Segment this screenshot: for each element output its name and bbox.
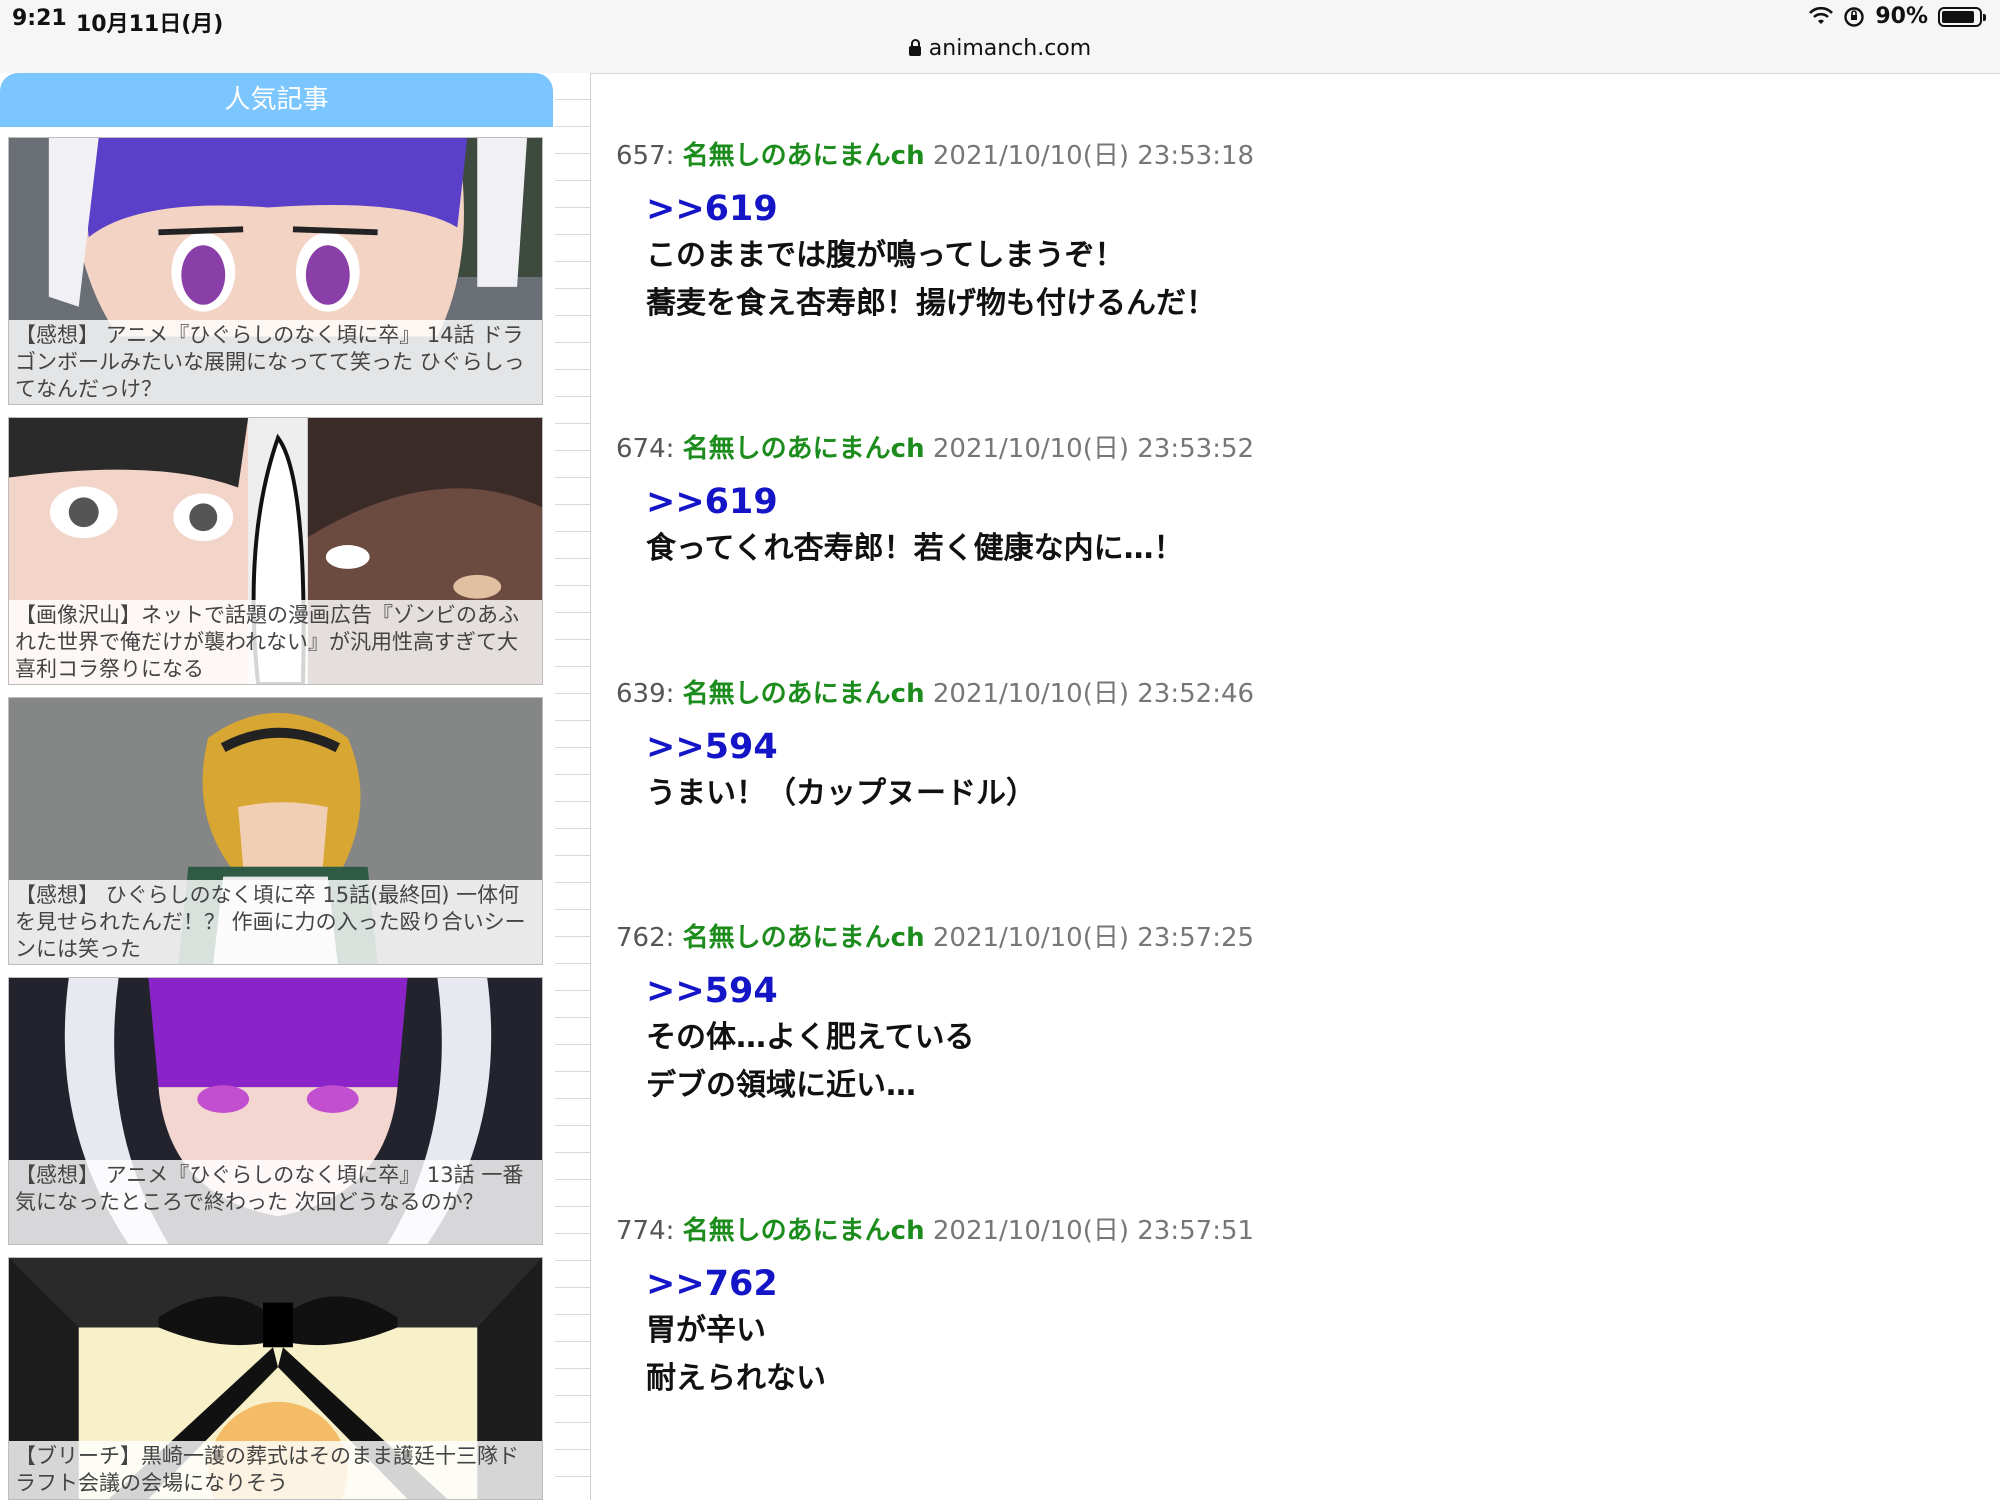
post: 674: 名無しのあにまんch 2021/10/10(日) 23:53:52 >… (616, 428, 1254, 573)
post-body: >>594 その体…よく肥えている デブの領域に近い… (646, 968, 1254, 1110)
post: 657: 名無しのあにまんch 2021/10/10(日) 23:53:18 >… (616, 135, 1254, 328)
post-body: >>594 うまい！（カップヌードル） (646, 724, 1254, 818)
post-number: 774: (616, 1216, 675, 1246)
post-header: 762: 名無しのあにまんch 2021/10/10(日) 23:57:25 (616, 917, 1254, 954)
post-author: 名無しのあにまんch (682, 434, 925, 464)
post-line: 蕎麦を食え杏寿郎！揚げ物も付けるんだ！ (646, 286, 1216, 321)
status-indicators: 90% (1809, 4, 1986, 29)
post-body: >>619 食ってくれ杏寿郎！若く健康な内に…！ (646, 479, 1254, 573)
article-caption: 【画像沢山】ネットで話題の漫画広告『ゾンビのあふれた世界で俺だけが襲われない』が… (9, 600, 542, 684)
post-line: 胃が辛い (646, 1313, 766, 1348)
post-date: 2021/10/10(日) 23:53:52 (932, 434, 1255, 464)
post-date: 2021/10/10(日) 23:57:25 (932, 923, 1255, 953)
status-date: 10月11日(月) (76, 12, 224, 37)
post-number: 762: (616, 923, 675, 953)
article-card[interactable]: 【感想】 アニメ『ひぐらしのなく頃に卒』 14話 ドラゴンボールみたいな展開にな… (8, 137, 543, 405)
post-number: 639: (616, 679, 675, 709)
article-caption: 【感想】 ひぐらしのなく頃に卒 15話(最終回) 一体何を見せられたんだ！？ 作… (9, 880, 542, 964)
orientation-lock-icon (1844, 6, 1865, 27)
post-header: 657: 名無しのあにまんch 2021/10/10(日) 23:53:18 (616, 135, 1254, 172)
reply-link[interactable]: >>619 (646, 186, 1254, 232)
status-bar: 9:21 10月11日(月) 90% animanch.com (0, 0, 2000, 74)
battery-percent: 90% (1875, 4, 1928, 29)
sidebar-title: 人気記事 (0, 73, 553, 127)
post-line: その体…よく肥えている (646, 1020, 975, 1055)
post-header: 639: 名無しのあにまんch 2021/10/10(日) 23:52:46 (616, 673, 1254, 710)
reply-link[interactable]: >>594 (646, 968, 1254, 1014)
reply-link[interactable]: >>594 (646, 724, 1254, 770)
post-number: 674: (616, 434, 675, 464)
post-body: >>762 胃が辛い 耐えられない (646, 1261, 1254, 1403)
post-date: 2021/10/10(日) 23:52:46 (932, 679, 1255, 709)
article-card[interactable]: 【感想】 アニメ『ひぐらしのなく頃に卒』 13話 一番気になったところで終わった… (8, 977, 543, 1245)
wifi-icon (1809, 6, 1834, 24)
post-line: デブの領域に近い… (646, 1068, 916, 1103)
post: 639: 名無しのあにまんch 2021/10/10(日) 23:52:46 >… (616, 673, 1254, 818)
comment-thread: 657: 名無しのあにまんch 2021/10/10(日) 23:53:18 >… (590, 73, 2000, 1500)
column-separator (555, 73, 591, 1500)
post-date: 2021/10/10(日) 23:57:51 (932, 1216, 1255, 1246)
post-author: 名無しのあにまんch (682, 679, 925, 709)
article-card[interactable]: 【画像沢山】ネットで話題の漫画広告『ゾンビのあふれた世界で俺だけが襲われない』が… (8, 417, 543, 685)
reply-link[interactable]: >>762 (646, 1261, 1254, 1307)
post-body: >>619 このままでは腹が鳴ってしまうぞ！ 蕎麦を食え杏寿郎！揚げ物も付けるん… (646, 186, 1254, 328)
status-time: 9:21 (12, 6, 67, 31)
article-caption: 【感想】 アニメ『ひぐらしのなく頃に卒』 14話 ドラゴンボールみたいな展開にな… (9, 320, 542, 404)
post: 774: 名無しのあにまんch 2021/10/10(日) 23:57:51 >… (616, 1210, 1254, 1403)
post-author: 名無しのあにまんch (682, 1216, 925, 1246)
post-author: 名無しのあにまんch (682, 923, 925, 953)
post-line: うまい！（カップヌードル） (646, 776, 1036, 811)
post-author: 名無しのあにまんch (682, 141, 925, 171)
post: 762: 名無しのあにまんch 2021/10/10(日) 23:57:25 >… (616, 917, 1254, 1110)
post-line: 食ってくれ杏寿郎！若く健康な内に…！ (646, 531, 1184, 566)
lock-icon (908, 39, 921, 56)
post-number: 657: (616, 141, 675, 171)
url-bar[interactable]: animanch.com (0, 36, 2000, 61)
battery-icon (1938, 6, 1986, 27)
article-caption: 【ブリーチ】黒崎一護の葬式はそのまま護廷十三隊ドラフト会議の会場になりそう (9, 1441, 542, 1499)
post-date: 2021/10/10(日) 23:53:18 (932, 141, 1255, 171)
post-header: 674: 名無しのあにまんch 2021/10/10(日) 23:53:52 (616, 428, 1254, 465)
reply-link[interactable]: >>619 (646, 479, 1254, 525)
popular-articles-sidebar: 人気記事 【感想】 アニメ『ひぐらしのなく頃に卒』 14話 ドラゴンボールみたい… (0, 73, 555, 1500)
post-line: 耐えられない (646, 1361, 826, 1396)
article-card[interactable]: 【ブリーチ】黒崎一護の葬式はそのまま護廷十三隊ドラフト会議の会場になりそう (8, 1257, 543, 1500)
post-header: 774: 名無しのあにまんch 2021/10/10(日) 23:57:51 (616, 1210, 1254, 1247)
article-caption: 【感想】 アニメ『ひぐらしのなく頃に卒』 13話 一番気になったところで終わった… (9, 1160, 542, 1244)
url-text: animanch.com (928, 36, 1092, 61)
article-card[interactable]: 【感想】 ひぐらしのなく頃に卒 15話(最終回) 一体何を見せられたんだ！？ 作… (8, 697, 543, 965)
post-line: このままでは腹が鳴ってしまうぞ！ (646, 238, 1125, 273)
